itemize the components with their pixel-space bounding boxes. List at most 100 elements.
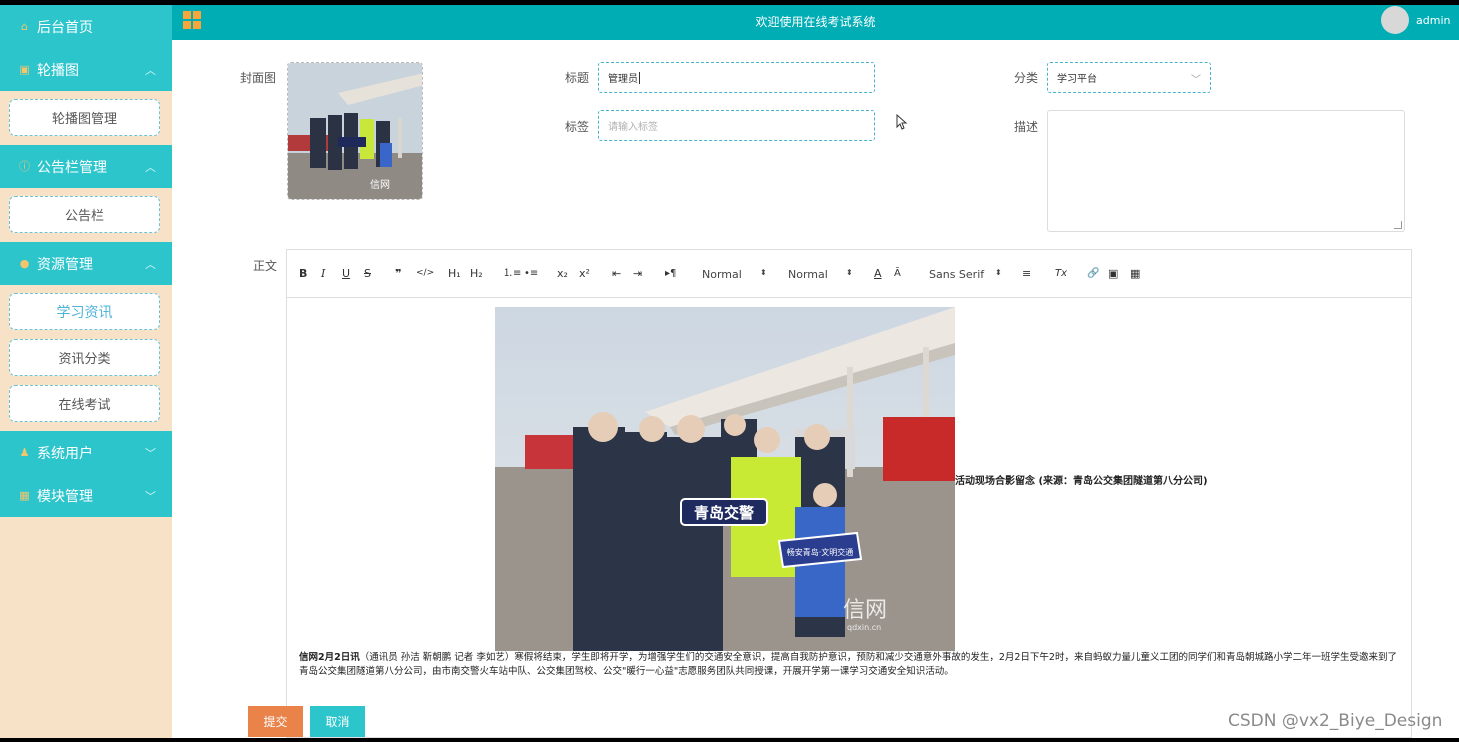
title-label: 标题: [565, 71, 590, 85]
sidebar-item-carousel-manage[interactable]: 轮播图管理: [9, 99, 160, 136]
align-button[interactable]: ≡: [1022, 267, 1031, 280]
article-paragraph: 信网2月2日讯（通讯员 孙洁 靳朝鹏 记者 李如艺）寒假将结束，学生即将开学，为…: [299, 651, 1399, 679]
bottom-black-bar: [0, 738, 1459, 742]
chevron-down-icon: ﹀: [1191, 75, 1201, 86]
category-value: 学习平台: [1057, 74, 1097, 85]
blockquote-button[interactable]: ❞: [395, 267, 401, 280]
mouse-cursor-icon: [896, 114, 908, 130]
category-label: 分类: [1014, 71, 1039, 85]
tag-label: 标签: [565, 120, 590, 134]
underline-button[interactable]: U: [342, 267, 350, 280]
header-select[interactable]: Normal ⬍: [788, 268, 854, 281]
h1-button[interactable]: H₁: [448, 267, 461, 280]
cancel-button[interactable]: 取消: [310, 706, 365, 737]
sidebar: ⌂ 后台首页 ▣ 轮播图 ︿ 轮播图管理 ⓘ 公告栏管理 ︿ 公告栏 ● 资源管…: [0, 5, 172, 738]
sidebar-group-notice[interactable]: ⓘ 公告栏管理 ︿: [0, 145, 172, 188]
font-family-select[interactable]: Sans Serif ⬍: [929, 268, 1003, 281]
select-arrows-icon: ⬍: [846, 268, 853, 277]
sidebar-group-users[interactable]: ♟ 系统用户 ﹀: [0, 431, 172, 474]
video-button[interactable]: ▦: [1130, 267, 1140, 280]
link-button[interactable]: 🔗: [1087, 267, 1099, 280]
header-title: 欢迎使用在线考试系统: [755, 15, 876, 29]
title-input[interactable]: 管理员: [598, 62, 875, 93]
indent-button[interactable]: ⇥: [633, 267, 642, 280]
editor-toolbar: B I U S ❞ </> H₁ H₂ ⒈≡ •≡ x₂ x² ⇤ ⇥ ▸¶ N…: [287, 250, 1411, 298]
sidebar-group-label: 公告栏管理: [37, 159, 107, 176]
submit-button[interactable]: 提交: [248, 706, 303, 737]
sidebar-group-label: 资源管理: [37, 256, 93, 273]
sidebar-home-label: 后台首页: [37, 19, 93, 36]
sidebar-subitem-wrapper: 资讯分类: [0, 331, 172, 377]
photo-watermark: 信网: [843, 598, 887, 623]
chevron-up-icon: ︿: [145, 258, 156, 271]
top-header: 欢迎使用在线考试系统 admin: [172, 5, 1459, 40]
home-icon: ⌂: [21, 20, 28, 33]
location-pin-icon: ●: [19, 257, 30, 270]
italic-button[interactable]: I: [321, 267, 325, 280]
description-textarea[interactable]: [1047, 110, 1405, 232]
sidebar-subitem-wrapper: 公告栏: [0, 188, 172, 234]
tag-placeholder: 请输入标签: [608, 122, 658, 133]
select-arrows-icon: ⬍: [995, 268, 1002, 277]
sidebar-group-label: 系统用户: [37, 445, 93, 462]
sidebar-group-label: 模块管理: [37, 488, 93, 505]
text-direction-button[interactable]: ▸¶: [665, 267, 676, 280]
photo-kid-sign: 畅安青岛·文明交通: [787, 547, 854, 557]
clean-format-button[interactable]: Tx: [1055, 267, 1067, 280]
outdent-button[interactable]: ⇤: [612, 267, 621, 280]
grid-icon: ▦: [19, 489, 30, 502]
font-color-button[interactable]: A: [874, 267, 882, 280]
chevron-down-icon: ﹀: [145, 490, 156, 503]
sidebar-subitem-wrapper: 学习资讯: [0, 285, 172, 331]
sidebar-item-study-news[interactable]: 学习资讯: [9, 293, 160, 330]
info-icon: ⓘ: [19, 160, 30, 173]
sidebar-item-online-exam[interactable]: 在线考试: [9, 385, 160, 422]
avatar[interactable]: [1381, 6, 1409, 34]
font-family-select-value: Sans Serif: [929, 268, 985, 281]
select-arrows-icon: ⬍: [760, 268, 767, 277]
photo-watermark-sub: qdxin.cn: [847, 623, 881, 632]
article-text: （通讯员 孙洁 靳朝鹏 记者 李如艺）寒假将结束，学生即将开学，为增强学生们的交…: [299, 652, 1397, 677]
sidebar-item-home[interactable]: ⌂ 后台首页: [0, 5, 172, 48]
ordered-list-button[interactable]: ⒈≡: [503, 267, 521, 280]
superscript-button[interactable]: x²: [579, 267, 590, 280]
subscript-button[interactable]: x₂: [557, 267, 568, 280]
editor-content[interactable]: 青岛交警 畅安青岛·文明交通 信网 qdxin.cn 活动现场合影留念 (来源：…: [287, 298, 1411, 738]
sidebar-item-notice[interactable]: 公告栏: [9, 196, 160, 233]
sidebar-group-resources[interactable]: ● 资源管理 ︿: [0, 242, 172, 285]
bullet-list-button[interactable]: •≡: [524, 267, 538, 280]
chevron-up-icon: ︿: [145, 161, 156, 174]
sidebar-subitem-wrapper: 在线考试: [0, 377, 172, 423]
rich-text-editor: B I U S ❞ </> H₁ H₂ ⒈≡ •≡ x₂ x² ⇤ ⇥ ▸¶ N…: [286, 249, 1412, 738]
text-caret: [639, 71, 640, 84]
image-button[interactable]: ▣: [1108, 267, 1118, 280]
h2-button[interactable]: H₂: [470, 267, 483, 280]
cover-photo-watermark: 信网: [370, 179, 390, 191]
description-label: 描述: [1014, 120, 1039, 134]
sidebar-group-modules[interactable]: ▦ 模块管理 ﹀: [0, 474, 172, 517]
article-lead: 信网2月2日讯: [299, 652, 360, 663]
sidebar-group-label: 轮播图: [37, 62, 79, 79]
sidebar-group-carousel[interactable]: ▣ 轮播图 ︿: [0, 48, 172, 91]
chevron-down-icon: ﹀: [145, 447, 156, 460]
username[interactable]: admin: [1416, 14, 1450, 27]
photo-police-sign: 青岛交警: [694, 504, 754, 522]
category-select[interactable]: 学习平台 ﹀: [1047, 62, 1211, 93]
header-select-value: Normal: [788, 268, 828, 281]
csdn-watermark: CSDN @vx2_Biye_Design: [1228, 711, 1443, 731]
tag-input[interactable]: 请输入标签: [598, 110, 875, 141]
resize-handle-icon[interactable]: [1394, 221, 1402, 229]
code-block-button[interactable]: </>: [416, 267, 434, 280]
sidebar-item-news-category[interactable]: 资讯分类: [9, 339, 160, 376]
size-select[interactable]: Normal ⬍: [702, 268, 768, 281]
picture-icon: ▣: [19, 63, 30, 76]
cover-image-upload[interactable]: 信网: [287, 62, 423, 200]
body-label: 正文: [253, 259, 278, 273]
photo-caption: 活动现场合影留念 (来源：青岛公交集团隧道第八分公司): [955, 476, 1208, 487]
background-color-button[interactable]: Ā: [894, 267, 901, 280]
bold-button[interactable]: B: [299, 267, 307, 280]
strike-button[interactable]: S: [364, 267, 371, 280]
